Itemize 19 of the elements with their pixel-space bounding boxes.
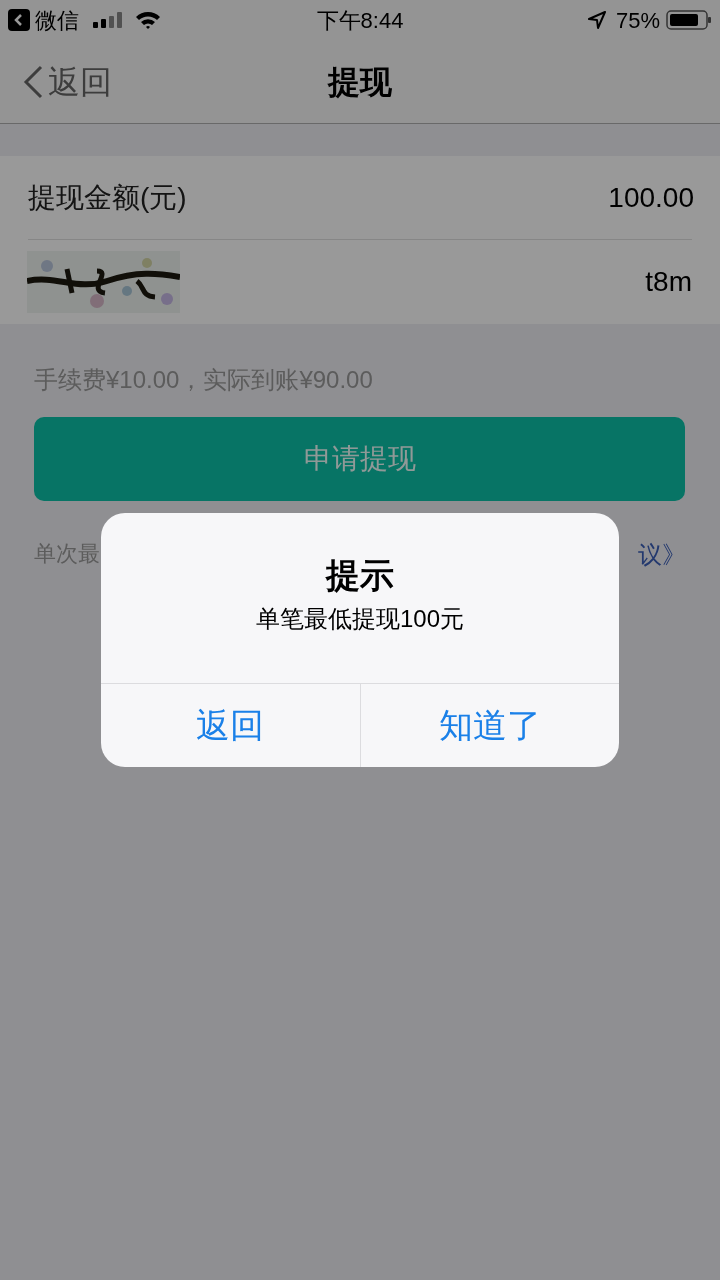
battery-percent: 75% [615, 6, 660, 35]
wifi-icon [135, 11, 161, 29]
location-arrow-icon [587, 11, 606, 29]
back-app-label[interactable]: 微信 [35, 3, 79, 37]
signal-icon [93, 12, 123, 28]
amount-field[interactable]: 100.00 [494, 176, 694, 219]
amount-label: 提现金额(元) [28, 180, 187, 215]
submit-button[interactable]: 申请提现 [34, 417, 685, 501]
battery-icon [666, 10, 712, 30]
chevron-left-icon [22, 64, 44, 99]
captcha-field[interactable]: t8m [492, 261, 692, 303]
status-time: 下午8:44 [316, 6, 404, 35]
page-title: 提现 [328, 62, 392, 102]
dialog-title: 提示 [326, 555, 394, 596]
dialog-button[interactable]: 知道了 [359, 684, 619, 767]
agreement-link[interactable]: 议》 [638, 537, 686, 573]
dialog-button[interactable]: 返回 [101, 684, 360, 767]
dialog-message: 单笔最低提现100元 [255, 604, 464, 634]
back-button[interactable]: 返回 [22, 57, 112, 106]
